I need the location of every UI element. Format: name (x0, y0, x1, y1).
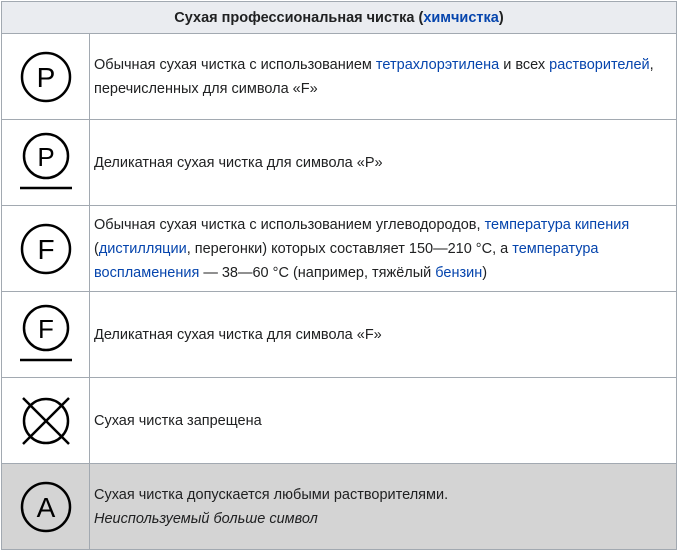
description-text: Деликатная сухая чистка для символа «P» (94, 154, 383, 171)
table-row: P Обычная сухая чистка с использованием … (1, 33, 677, 120)
description-link[interactable]: бензин (435, 265, 482, 281)
description-text: Сухая чистка запрещена (94, 412, 262, 429)
symbol-cell: F (1, 291, 90, 378)
symbol-cell (1, 377, 90, 464)
table-row: F Деликатная сухая чистка для символа «F… (1, 291, 677, 378)
dry-clean-p-icon: P (20, 51, 71, 102)
description-cell: Обычная сухая чистка с использованием уг… (89, 205, 677, 292)
table-row: Сухая чистка запрещена (1, 377, 677, 464)
description-cell: Сухая чистка допускается любыми раствори… (89, 463, 677, 550)
dry-cleaning-table: Сухая профессиональная чистка (химчистка… (1, 1, 677, 550)
dry-clean-a-icon: A (20, 481, 71, 532)
description-cell: Обычная сухая чистка с использованием те… (89, 33, 677, 120)
description-link[interactable]: тетрахлорэтилена (376, 57, 499, 73)
dry-clean-f-icon: F (20, 223, 71, 274)
table-header: Сухая профессиональная чистка (химчистка… (1, 1, 677, 34)
table-header-row: Сухая профессиональная чистка (химчистка… (1, 1, 677, 34)
dry-clean-f-gentle-icon: F (19, 304, 72, 361)
symbol-cell: A (1, 463, 90, 550)
table-row: A Сухая чистка допускается любыми раство… (1, 463, 677, 550)
header-link-drycleaning[interactable]: химчистка (423, 10, 499, 26)
description-text: и всех (499, 56, 550, 73)
description-text: ) (482, 264, 488, 281)
symbol-cell: P (1, 33, 90, 120)
header-title-prefix: Сухая профессиональная чистка ( (174, 9, 424, 26)
header-title-suffix: ) (498, 9, 504, 26)
description-text: — 38—60 °C (например, тяжёлый (199, 264, 436, 281)
symbol-letter: A (36, 492, 55, 523)
symbol-letter: F (37, 234, 54, 265)
symbol-cell: F (1, 205, 90, 292)
description-link[interactable]: дистилляции (99, 241, 187, 257)
description-link[interactable]: температура кипения (485, 217, 630, 233)
description-text: Обычная сухая чистка с использованием (94, 56, 376, 73)
description-cell: Деликатная сухая чистка для символа «F» (89, 291, 677, 378)
description-note: Неиспользуемый больше символ (94, 510, 318, 527)
symbol-letter: P (37, 142, 54, 172)
do-not-dry-clean-icon (21, 396, 70, 445)
description-text: Сухая чистка допускается любыми раствори… (94, 486, 449, 503)
description-text: Обычная сухая чистка с использованием уг… (94, 216, 485, 233)
description-cell: Сухая чистка запрещена (89, 377, 677, 464)
description-text: Деликатная сухая чистка для символа «F» (94, 326, 382, 343)
table-row: P Деликатная сухая чистка для символа «P… (1, 119, 677, 206)
description-link[interactable]: растворителей (549, 57, 649, 73)
table-row: F Обычная сухая чистка с использованием … (1, 205, 677, 292)
description-cell: Деликатная сухая чистка для символа «P» (89, 119, 677, 206)
symbol-letter: P (36, 62, 55, 93)
symbol-cell: P (1, 119, 90, 206)
description-text: , перегонки) которых составляет 150—210 … (186, 240, 513, 257)
symbol-letter: F (38, 314, 54, 344)
dry-clean-p-gentle-icon: P (19, 132, 72, 189)
